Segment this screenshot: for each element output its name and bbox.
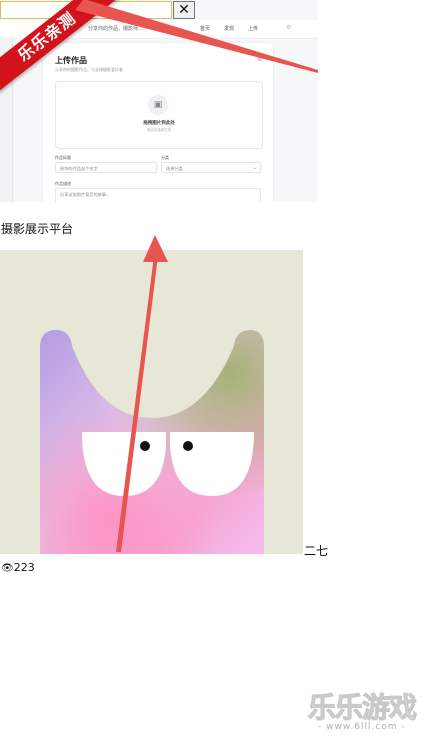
watermark-url: - www.6lll.com -: [318, 722, 406, 732]
category-select[interactable]: 选择分类 ⌄: [161, 162, 261, 173]
nav-link-home[interactable]: 首页: [200, 25, 210, 32]
watermark-logo: 乐乐游戏: [307, 691, 417, 725]
dropzone-text: 拖拽图片到此处: [143, 120, 175, 125]
category-field-label: 分类: [161, 155, 169, 160]
view-count: 👁223: [1, 561, 35, 574]
monster-illustration: [40, 330, 264, 554]
nav-link-discover[interactable]: 发现: [224, 25, 234, 32]
nav-brand: 分享你的作品，摄影师…: [88, 26, 144, 32]
title-field-label: 作品标题: [55, 155, 71, 160]
upload-subtitle: 分享你的摄影作品，与全球摄影爱好者: [55, 67, 123, 72]
upload-card: 上传作品 分享你的摄影作品，与全球摄影爱好者 ⊘ ▣ 拖拽图片到此处 或点击选择…: [43, 43, 273, 202]
description-field-label: 作品描述: [55, 181, 71, 186]
upload-title: 上传作品: [55, 56, 87, 65]
chevron-down-icon: ⌄: [252, 165, 257, 171]
right-pupil: [183, 441, 193, 451]
image-icon: ▣: [148, 95, 168, 115]
settings-icon[interactable]: ⚙: [286, 24, 291, 31]
left-pupil: [140, 441, 150, 451]
nav-link-upload[interactable]: 上传: [248, 25, 258, 32]
description-field[interactable]: 分享这张照片背后的故事...: [55, 188, 261, 202]
title-field[interactable]: 给你的作品起个名字: [55, 162, 157, 173]
author-name[interactable]: 二七: [304, 542, 328, 559]
page-title: 摄影展示平台: [1, 222, 74, 236]
view-count-value: 223: [13, 561, 35, 574]
category-select-value: 选择分类: [166, 166, 183, 171]
dropzone-hint: 或点击选择文件: [146, 128, 172, 132]
artwork-image[interactable]: [0, 250, 303, 554]
eye-icon: 👁: [1, 563, 14, 574]
card-close-icon[interactable]: ⊘: [257, 55, 263, 63]
close-button[interactable]: ✕: [173, 1, 195, 19]
upload-dropzone[interactable]: ▣ 拖拽图片到此处 或点击选择文件: [55, 81, 263, 149]
